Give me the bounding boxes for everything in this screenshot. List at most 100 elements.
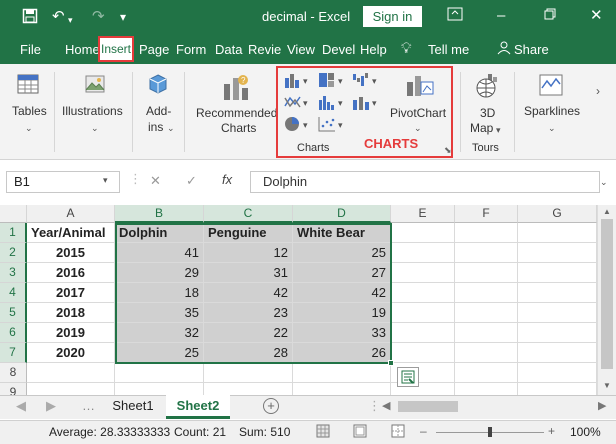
cell-f7[interactable]: [455, 343, 518, 363]
chevron-down-icon[interactable]: ⌄: [548, 123, 556, 134]
cell-f8[interactable]: [455, 363, 518, 383]
add-ins-button[interactable]: Add-: [146, 104, 171, 118]
column-header-g[interactable]: G: [518, 205, 597, 223]
minimize-icon[interactable]: –: [497, 6, 505, 26]
recommended-charts-icon[interactable]: ?: [221, 72, 253, 105]
sparklines-icon[interactable]: [538, 72, 564, 101]
cell-d1[interactable]: White Bear: [293, 223, 391, 243]
tab-file[interactable]: File: [20, 42, 41, 57]
tab-home[interactable]: Home: [65, 42, 100, 57]
cell-g8[interactable]: [518, 363, 597, 383]
zoom-level[interactable]: 100%: [570, 425, 601, 439]
redo-icon[interactable]: ↷: [92, 8, 105, 26]
row-header-7[interactable]: 7: [0, 343, 27, 363]
cell-f3[interactable]: [455, 263, 518, 283]
cell-d8[interactable]: [293, 363, 391, 383]
save-icon[interactable]: [22, 8, 38, 29]
table-icon[interactable]: [16, 72, 40, 99]
enter-icon[interactable]: ✓: [186, 173, 197, 189]
tab-page-layout[interactable]: Page: [139, 42, 169, 57]
cell-c5[interactable]: 23: [204, 303, 293, 323]
zoom-in-icon[interactable]: +: [548, 424, 555, 438]
cell-e7[interactable]: [391, 343, 455, 363]
chevron-down-icon[interactable]: ⌄: [91, 123, 99, 134]
sparklines-button[interactable]: Sparklines: [524, 104, 580, 118]
cell-a3[interactable]: 2016: [27, 263, 115, 283]
sheet-tab-sheet2[interactable]: Sheet2: [166, 395, 230, 419]
cell-d6[interactable]: 33: [293, 323, 391, 343]
hscroll-right-icon[interactable]: ▶: [598, 399, 606, 412]
cell-c3[interactable]: 31: [204, 263, 293, 283]
cell-b4[interactable]: 18: [115, 283, 204, 303]
tab-formulas[interactable]: Form: [176, 42, 206, 57]
globe-icon[interactable]: [474, 72, 502, 103]
sheet-scroll-icon[interactable]: ⋮: [368, 398, 381, 414]
cell-d7[interactable]: 26: [293, 343, 391, 363]
column-header-d[interactable]: D: [293, 205, 391, 223]
column-header-a[interactable]: A: [27, 205, 115, 223]
ribbon-scroll-icon[interactable]: ›: [596, 84, 600, 98]
cell-b1[interactable]: Dolphin: [115, 223, 204, 243]
formula-input[interactable]: Dolphin: [250, 171, 600, 193]
column-header-c[interactable]: C: [204, 205, 293, 223]
cell-g7[interactable]: [518, 343, 597, 363]
illustrations-icon[interactable]: [83, 72, 107, 99]
scroll-thumb[interactable]: [601, 219, 613, 369]
cell-f5[interactable]: [455, 303, 518, 323]
undo-dropdown-icon[interactable]: ▾: [68, 11, 73, 29]
cell-g2[interactable]: [518, 243, 597, 263]
cell-c6[interactable]: 22: [204, 323, 293, 343]
ribbon-display-icon[interactable]: [447, 6, 463, 26]
scroll-up-icon[interactable]: ▲: [603, 207, 611, 216]
cell-f2[interactable]: [455, 243, 518, 263]
cell-a4[interactable]: 2017: [27, 283, 115, 303]
tab-insert[interactable]: Insert: [98, 36, 134, 62]
column-header-f[interactable]: F: [455, 205, 518, 223]
row-header-5[interactable]: 5: [0, 303, 27, 323]
expand-formula-icon[interactable]: ⌄: [600, 177, 608, 188]
cell-c7[interactable]: 28: [204, 343, 293, 363]
tell-me-search[interactable]: Tell me: [428, 42, 469, 57]
row-header-2[interactable]: 2: [0, 243, 27, 263]
tab-review[interactable]: Revie: [248, 42, 281, 57]
cell-d3[interactable]: 27: [293, 263, 391, 283]
close-icon[interactable]: ✕: [590, 6, 603, 26]
column-header-e[interactable]: E: [391, 205, 455, 223]
cell-c2[interactable]: 12: [204, 243, 293, 263]
row-header-6[interactable]: 6: [0, 323, 27, 343]
scroll-down-icon[interactable]: ▼: [603, 381, 611, 390]
cell-b2[interactable]: 41: [115, 243, 204, 263]
chevron-down-icon[interactable]: ⌄: [167, 123, 175, 134]
page-layout-icon[interactable]: [353, 424, 367, 441]
cell-g6[interactable]: [518, 323, 597, 343]
row-header-8[interactable]: 8: [0, 363, 27, 383]
normal-view-icon[interactable]: [316, 424, 330, 441]
cell-e5[interactable]: [391, 303, 455, 323]
add-ins-icon[interactable]: [146, 72, 170, 99]
cell-b5[interactable]: 35: [115, 303, 204, 323]
cell-c8[interactable]: [204, 363, 293, 383]
sign-in-button[interactable]: Sign in: [363, 6, 422, 27]
chevron-down-icon[interactable]: ▾: [496, 125, 501, 136]
recommended-charts-button[interactable]: Recommended: [196, 106, 277, 120]
cell-a8[interactable]: [27, 363, 115, 383]
cell-a5[interactable]: 2018: [27, 303, 115, 323]
cell-a2[interactable]: 2015: [27, 243, 115, 263]
cell-e6[interactable]: [391, 323, 455, 343]
tab-developer[interactable]: Devel: [322, 42, 355, 57]
page-break-icon[interactable]: [391, 424, 405, 441]
cell-b7[interactable]: 25: [115, 343, 204, 363]
column-header-b[interactable]: B: [115, 205, 204, 223]
cell-a1[interactable]: Year/Animal: [27, 223, 115, 243]
cell-a7[interactable]: 2020: [27, 343, 115, 363]
cell-c1[interactable]: Penguine: [204, 223, 293, 243]
cell-d2[interactable]: 25: [293, 243, 391, 263]
tables-button[interactable]: Tables: [12, 104, 47, 118]
cell-b8[interactable]: [115, 363, 204, 383]
insert-function-icon[interactable]: fx: [222, 172, 232, 187]
cell-g5[interactable]: [518, 303, 597, 323]
cell-b3[interactable]: 29: [115, 263, 204, 283]
share-button[interactable]: Share: [514, 42, 549, 57]
3d-map-button[interactable]: 3D: [480, 106, 495, 120]
hscroll-left-icon[interactable]: ◀: [382, 399, 390, 412]
